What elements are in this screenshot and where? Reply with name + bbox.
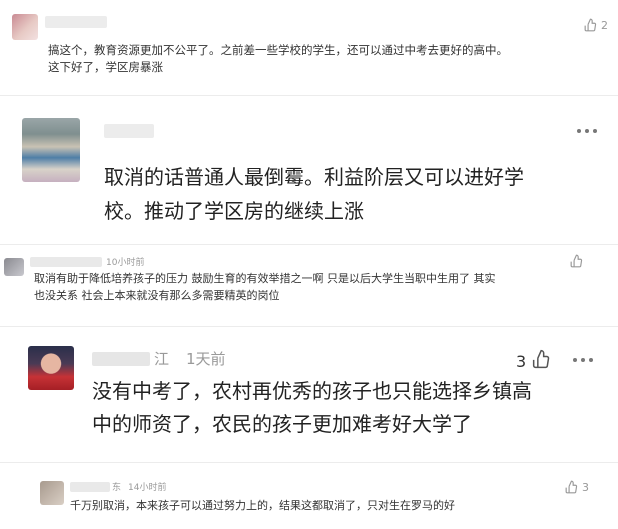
- ellipsis-icon[interactable]: [576, 128, 598, 134]
- comment-text: 没有中考了，农村再优秀的孩子也只能选择乡镇高 中的师资了，农民的孩子更加难考好大…: [92, 379, 532, 436]
- thumbs-up-icon: [532, 349, 552, 373]
- avatar[interactable]: [28, 346, 74, 390]
- avatar[interactable]: [12, 14, 38, 40]
- username-visible: 东: [112, 483, 122, 493]
- like-button[interactable]: 3: [516, 349, 552, 373]
- avatar[interactable]: [40, 481, 64, 505]
- comment-text: 取消的话普通人最倒霉。利益阶层又可以进好学 校。推动了学区房的继续上涨: [104, 165, 524, 223]
- like-button[interactable]: 2: [584, 18, 608, 32]
- ellipsis-icon[interactable]: [572, 357, 594, 363]
- divider: [0, 244, 618, 245]
- comment-time: 14小时前: [128, 483, 167, 493]
- username[interactable]: 江: [92, 348, 169, 369]
- like-count: 3: [582, 480, 589, 494]
- username[interactable]: [45, 16, 107, 28]
- username[interactable]: 东: [70, 480, 121, 493]
- comment-text: 取消有助于降低培养孩子的压力 鼓励生育的有效举措之一啊 只是以后大学生当职中生用…: [34, 272, 496, 302]
- comment-text: 千万别取消，本来孩子可以通过努力上的，结果这都取消了，只对生在罗马的好: [70, 499, 455, 512]
- avatar[interactable]: [4, 258, 24, 276]
- thumbs-up-icon: [584, 18, 598, 32]
- username-visible: 江: [154, 350, 170, 368]
- username-blur: [92, 351, 150, 366]
- like-count: 2: [601, 18, 608, 32]
- divider: [0, 95, 618, 96]
- like-button[interactable]: 3: [565, 480, 589, 494]
- like-count: 3: [516, 351, 527, 371]
- comment-time: 1天前: [186, 350, 226, 368]
- comment-time: 10小时前: [106, 258, 145, 268]
- username[interactable]: [30, 257, 102, 267]
- thumbs-up-icon[interactable]: [570, 254, 584, 268]
- comment-text: 搞这个，教育资源更加不公平了。之前差一些学校的学生，还可以通过中考去更好的高中。…: [48, 43, 508, 74]
- divider: [0, 326, 618, 327]
- thumbs-up-icon: [565, 480, 579, 494]
- divider: [0, 462, 618, 463]
- username[interactable]: [104, 124, 154, 138]
- username-blur: [70, 481, 110, 492]
- avatar[interactable]: [22, 118, 80, 182]
